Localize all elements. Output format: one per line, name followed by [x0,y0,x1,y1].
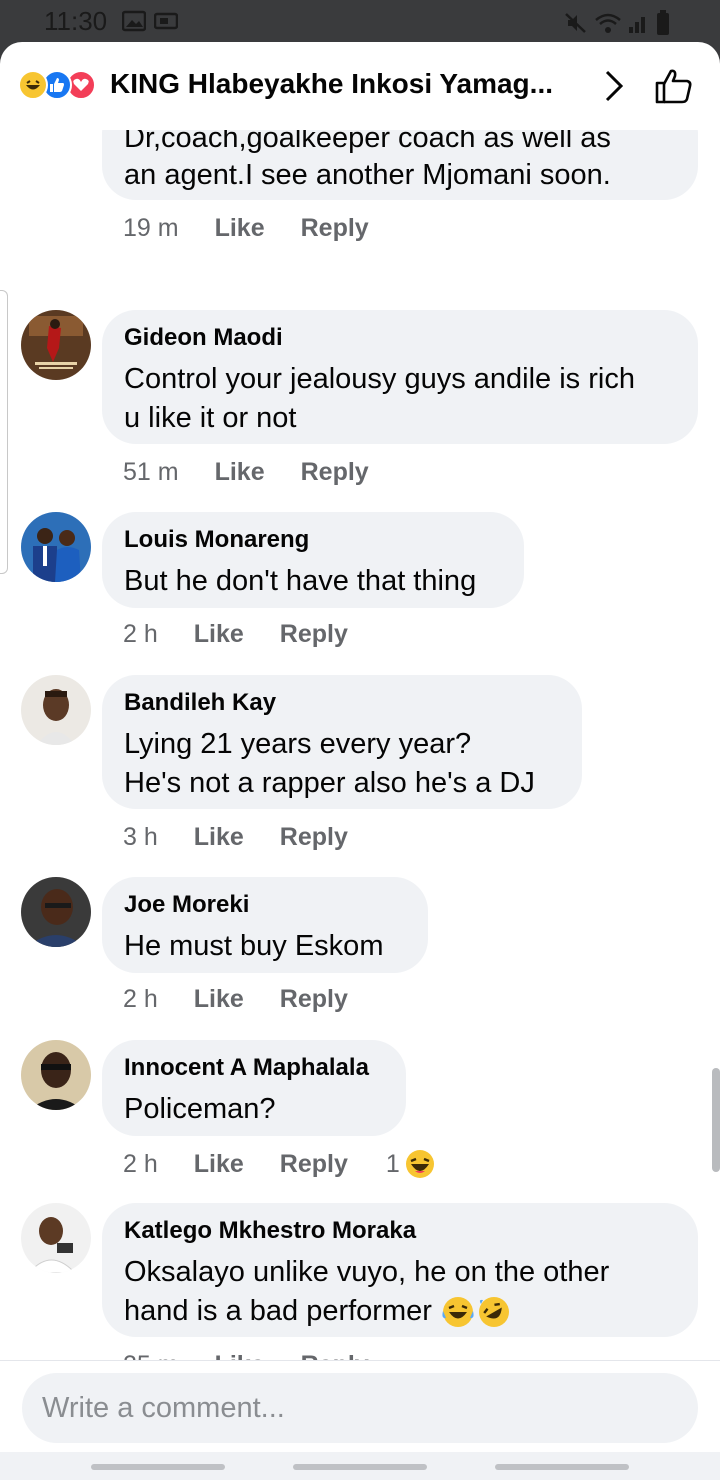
status-time: 11:30 [44,6,108,36]
like-link[interactable]: Like [194,1150,244,1179]
comment-text: He's not a rapper also he's a DJ [124,767,535,799]
comment-text: u like it or not [124,402,297,434]
comment-time[interactable]: 19 m [123,214,179,243]
comment-actions: 25 m Like Reply [123,1351,369,1360]
reaction-count[interactable]: 1 [386,1148,436,1180]
scrollbar-thumb[interactable] [712,1068,720,1172]
signal-icon [629,17,645,33]
reply-link[interactable]: Reply [280,985,348,1014]
comment-time[interactable]: 2 h [123,620,158,649]
haha-icon [18,70,48,100]
comment-list[interactable]: Dr,coach,goalkeeper coach as well as an … [0,130,720,1360]
comment-text: He must buy Eskom [124,930,384,962]
haha-icon [405,1150,434,1178]
comment-time[interactable]: 3 h [123,823,158,852]
comment-actions: 19 m Like Reply [123,214,369,243]
comment-actions: 3 h Like Reply [123,823,348,852]
reply-link[interactable]: Reply [280,823,348,852]
comments-sheet: KING Hlabeyakhe Inkosi Yamag... Dr,coach… [0,42,720,1480]
reply-link[interactable]: Reply [301,458,369,487]
comment-author[interactable]: Joe Moreki [124,891,406,919]
avatar[interactable] [21,1040,91,1110]
tears-of-joy-emoji-icon [442,1296,474,1327]
comment-actions: 2 h Like Reply [123,985,348,1014]
comment-author[interactable]: Bandileh Kay [124,689,560,717]
post-title[interactable]: KING Hlabeyakhe Inkosi Yamag... [110,68,580,100]
comment-author[interactable]: Louis Monareng [124,526,502,554]
reply-link[interactable]: Reply [301,214,369,243]
recent-apps-button[interactable] [91,1464,225,1470]
reply-link[interactable]: Reply [280,620,348,649]
comment-text: Control your jealousy guys andile is ric… [124,363,635,395]
comment-actions: 2 h Like Reply [123,620,348,649]
comment-bubble[interactable]: Bandileh Kay Lying 21 years every year? … [102,675,582,809]
comment-text: Dr,coach,goalkeeper coach as well as [124,130,611,154]
comment-text-line: hand is a bad performer [124,1292,676,1331]
comment-bubble[interactable]: Dr,coach,goalkeeper coach as well as an … [102,130,698,200]
rolling-laughing-emoji-icon [478,1296,509,1327]
notification-card-icon [154,12,178,30]
like-link[interactable]: Like [194,620,244,649]
comment-bubble[interactable]: Innocent A Maphalala Policeman? [102,1040,406,1136]
status-bar: 11:30 [0,0,720,44]
comment-text: But he don't have that thing [124,565,477,597]
like-post-icon[interactable] [654,66,694,106]
comment-time[interactable]: 2 h [123,985,158,1014]
post-header: KING Hlabeyakhe Inkosi Yamag... [0,42,720,130]
avatar[interactable] [21,1203,91,1273]
reply-link[interactable]: Reply [301,1351,369,1360]
avatar[interactable] [21,877,91,947]
comment-text: an agent.I see another Mjomani soon. [124,159,611,191]
comment-text: Lying 21 years every year? [124,728,472,760]
comment-author[interactable]: Gideon Maodi [124,324,676,352]
reactions-summary[interactable] [18,70,96,100]
wifi-icon [595,13,621,33]
reply-link[interactable]: Reply [280,1150,348,1179]
comment-author[interactable]: Innocent A Maphalala [124,1054,384,1082]
gallery-icon [122,10,146,32]
comment-text: Policeman? [124,1093,276,1125]
system-navigation-bar [0,1452,720,1480]
battery-icon [657,10,669,35]
back-button[interactable] [495,1464,629,1470]
like-link[interactable]: Like [215,214,265,243]
comment-author[interactable]: Katlego Mkhestro Moraka [124,1217,676,1245]
write-comment-input[interactable] [22,1373,698,1443]
comment-time[interactable]: 25 m [123,1351,179,1360]
avatar[interactable] [21,675,91,745]
comment-text: Oksalayo unlike vuyo, he on the other [124,1256,610,1288]
home-button[interactable] [293,1464,427,1470]
comment-actions: 2 h Like Reply 1 [123,1148,436,1180]
like-link[interactable]: Like [215,1351,265,1360]
like-link[interactable]: Like [215,458,265,487]
avatar[interactable] [21,512,91,582]
comment-text: hand is a bad performer [124,1295,432,1327]
comment-time[interactable]: 51 m [123,458,179,487]
comment-time[interactable]: 2 h [123,1150,158,1179]
reaction-count-number: 1 [385,1149,400,1178]
comment-bubble[interactable]: Gideon Maodi Control your jealousy guys … [102,310,698,444]
comment-actions: 51 m Like Reply [123,458,369,487]
left-edge-handle[interactable] [0,290,8,574]
mute-icon [565,13,586,33]
comment-bubble[interactable]: Katlego Mkhestro Moraka Oksalayo unlike … [102,1203,698,1337]
avatar[interactable] [21,310,91,380]
like-link[interactable]: Like [194,823,244,852]
comment-bubble[interactable]: Joe Moreki He must buy Eskom [102,877,428,973]
comment-bubble[interactable]: Louis Monareng But he don't have that th… [102,512,524,608]
like-link[interactable]: Like [194,985,244,1014]
chevron-right-icon[interactable] [600,68,628,104]
